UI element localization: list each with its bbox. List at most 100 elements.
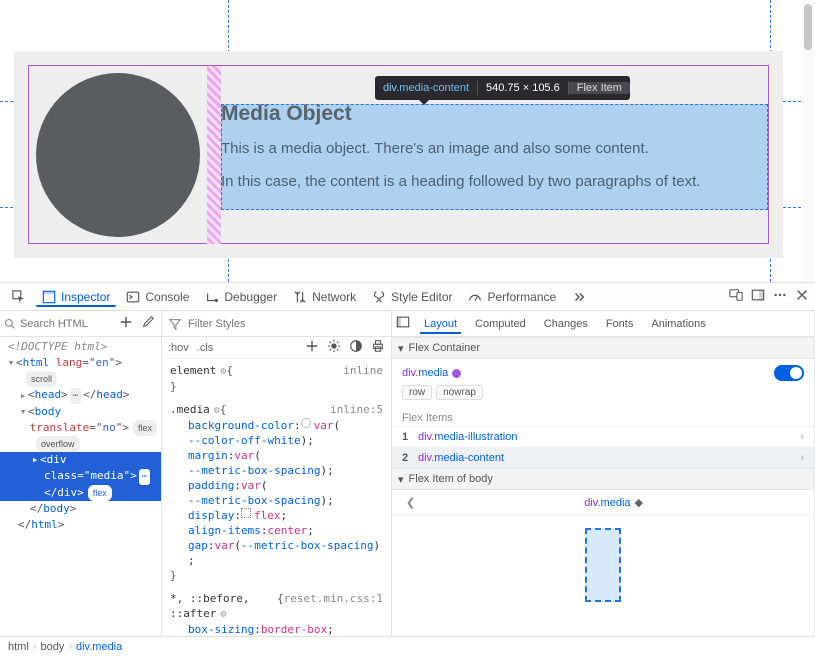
tooltip-dimensions: 540.75 × 105.6 [478, 82, 568, 94]
css-rule[interactable]: .media⚙ {inline:5background-color: var(-… [170, 402, 383, 583]
media-heading: Media Object [221, 102, 768, 126]
layout-pane: Layout Computed Changes Fonts Animations… [392, 311, 815, 636]
plus-icon [119, 315, 133, 329]
performance-icon [468, 290, 482, 304]
tab-debugger[interactable]: Debugger [199, 287, 283, 307]
rules-header [162, 311, 391, 337]
devtools-panes: <!DOCTYPE html> ▾<html lang="en"> scroll… [0, 311, 815, 636]
dropdown-icon: ◆ [635, 497, 643, 509]
search-html[interactable] [4, 317, 113, 331]
flex-container-selector[interactable]: div.media [402, 367, 461, 379]
rules-list[interactable]: element⚙ {inline} .media⚙ {inline:5backgr… [162, 359, 391, 636]
print-icon [371, 339, 385, 353]
crumb-body[interactable]: body [40, 641, 64, 653]
flex-prop-pill[interactable]: nowrap [436, 385, 483, 400]
print-sim-button[interactable] [371, 339, 385, 356]
flex-item-of-header[interactable]: ▾Flex Item of body [392, 468, 814, 490]
tab-computed[interactable]: Computed [471, 314, 530, 334]
search-icon [4, 317, 16, 331]
add-element-button[interactable] [117, 313, 135, 334]
flex-item-row[interactable]: 1div.media-illustration› [392, 426, 814, 447]
media-illustration [29, 66, 207, 244]
sidebar-tabs: Layout Computed Changes Fonts Animations [392, 311, 814, 337]
html-node[interactable]: <html lang="en"> [16, 355, 122, 371]
highlight-color-dot[interactable] [452, 369, 461, 378]
tab-console[interactable]: Console [120, 287, 195, 307]
breadcrumb: html› body› div.media [0, 636, 815, 656]
element-tooltip: div.media-content 540.75 × 105.6 Flex It… [375, 76, 630, 100]
inspector-icon [42, 290, 56, 304]
tab-style-editor[interactable]: Style Editor [366, 287, 458, 307]
flex-item-box [585, 528, 621, 602]
tab-changes[interactable]: Changes [540, 314, 592, 334]
crumb-div-media[interactable]: div.media [76, 641, 122, 653]
search-html-input[interactable] [20, 318, 113, 330]
overflow-pill[interactable]: overflow [36, 436, 80, 452]
filter-icon [168, 317, 182, 331]
hov-toggle[interactable]: :hov [168, 342, 189, 354]
devices-icon [729, 288, 743, 302]
flex-pill-div[interactable]: flex [88, 485, 112, 501]
nav-current-selector[interactable]: div.media◆ [421, 496, 806, 509]
plus-icon [305, 339, 319, 353]
style-editor-icon [372, 290, 386, 304]
selected-div-node[interactable]: ▸<div [0, 452, 161, 468]
media-paragraph-1: This is a media object. There's an image… [221, 140, 768, 157]
add-rule-button[interactable] [305, 339, 319, 356]
viewport-scrollbar[interactable] [801, 0, 815, 282]
tab-network[interactable]: Network [287, 287, 362, 307]
debugger-icon [205, 290, 219, 304]
more-button[interactable] [773, 288, 787, 305]
markup-pane: <!DOCTYPE html> ▾<html lang="en"> scroll… [0, 311, 162, 636]
tab-fonts[interactable]: Fonts [602, 314, 638, 334]
close-icon [795, 288, 809, 302]
html-close-node[interactable]: </html> [18, 517, 64, 533]
tab-inspector[interactable]: Inspector [36, 287, 116, 307]
css-rule[interactable]: *, ::before, ::after⚙ {reset.min.css:1bo… [170, 591, 383, 636]
dock-button[interactable] [751, 288, 765, 305]
sidebar-toggle-button[interactable] [396, 315, 410, 332]
chevron-right-double-icon [572, 290, 586, 304]
css-rule[interactable]: element⚙ {inline} [170, 363, 383, 394]
nav-back-button[interactable]: ❮ [400, 496, 421, 509]
flex-items-label: Flex Items [392, 406, 814, 426]
rules-pane: :hov .cls element⚙ {inline} .media⚙ {inli… [162, 311, 392, 636]
light-scheme-button[interactable] [327, 339, 341, 356]
body-close-node[interactable]: </body> [30, 501, 76, 517]
filter-styles-input[interactable] [188, 318, 385, 330]
markup-header [0, 311, 161, 337]
toolbar-overflow[interactable] [566, 287, 592, 307]
close-devtools-button[interactable] [795, 288, 809, 305]
media-paragraph-2: In this case, the content is a heading f… [221, 173, 768, 190]
page-viewport: div.media-content 540.75 × 105.6 Flex It… [0, 0, 815, 283]
cls-toggle[interactable]: .cls [197, 342, 214, 354]
flex-item-diagram [392, 516, 814, 614]
scrollbar-thumb[interactable] [804, 4, 812, 50]
console-icon [126, 290, 140, 304]
doctype-node[interactable]: <!DOCTYPE html> [8, 339, 107, 355]
dom-tree[interactable]: <!DOCTYPE html> ▾<html lang="en"> scroll… [0, 337, 161, 636]
flex-prop-pill[interactable]: row [402, 385, 432, 400]
body-node[interactable]: <body [28, 404, 61, 420]
crumb-html[interactable]: html [8, 641, 29, 653]
kebab-icon [773, 288, 787, 302]
flex-pill[interactable]: flex [133, 420, 157, 436]
sun-icon [327, 339, 341, 353]
tab-animations[interactable]: Animations [647, 314, 709, 334]
responsive-mode-button[interactable] [729, 288, 743, 305]
eyedropper-button[interactable] [139, 313, 157, 334]
dark-scheme-button[interactable] [349, 339, 363, 356]
flex-item-row[interactable]: 2div.media-content› [392, 447, 814, 468]
avatar-circle [36, 73, 200, 237]
network-icon [293, 290, 307, 304]
head-node[interactable]: <head>⋯</head> [28, 387, 130, 404]
flex-overlay-toggle[interactable] [774, 365, 804, 381]
flex-gap-indicator [207, 66, 221, 244]
tab-layout[interactable]: Layout [420, 314, 461, 334]
pick-element-button[interactable] [6, 287, 32, 307]
scroll-pill[interactable]: scroll [26, 371, 57, 387]
layout-body: ▾Flex Container div.media row nowrap Flex… [392, 337, 814, 636]
contrast-icon [349, 339, 363, 353]
tab-performance[interactable]: Performance [462, 287, 562, 307]
flex-container-header[interactable]: ▾Flex Container [392, 337, 814, 359]
